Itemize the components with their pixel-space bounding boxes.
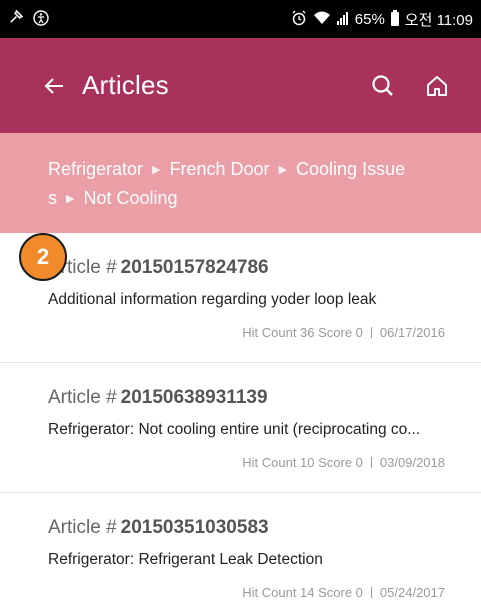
breadcrumb-item-french-door[interactable]: French Door: [170, 159, 270, 179]
list-item[interactable]: Article #20150351030583 Refrigerator: Re…: [0, 493, 481, 606]
list-item[interactable]: Article #20150157824786 Additional infor…: [0, 233, 481, 363]
wifi-icon: [313, 10, 331, 28]
battery-icon: [390, 10, 399, 26]
breadcrumb-item-cooling-issues-cont[interactable]: s: [48, 188, 57, 208]
hit-count: Hit Count 10 Score 0: [242, 455, 363, 470]
article-meta: Hit Count 36 Score 0 06/17/2016: [48, 325, 445, 340]
article-list: Article #20150157824786 Additional infor…: [0, 233, 481, 606]
article-meta: Hit Count 10 Score 0 03/09/2018: [48, 455, 445, 470]
signal-icon: [336, 11, 349, 28]
breadcrumb-item-cooling-issues[interactable]: Cooling Issue: [296, 159, 405, 179]
article-number: 20150157824786: [120, 257, 269, 278]
article-description: Refrigerator: Refrigerant Leak Detection: [48, 551, 323, 568]
breadcrumb-item-not-cooling[interactable]: Not Cooling: [83, 188, 177, 208]
hit-count: Hit Count 14 Score 0: [242, 585, 363, 600]
article-meta: Hit Count 14 Score 0 05/24/2017: [48, 585, 445, 600]
breadcrumb-separator-icon: ▶: [278, 164, 288, 176]
meta-divider: [370, 327, 372, 338]
search-icon[interactable]: [369, 72, 397, 100]
article-prefix: Article #: [48, 387, 117, 408]
article-number: 20150351030583: [120, 517, 269, 538]
app-bar: Articles: [0, 38, 481, 133]
breadcrumb-item-refrigerator[interactable]: Refrigerator: [48, 159, 143, 179]
article-number: 20150638931139: [120, 387, 268, 408]
hit-count: Hit Count 36 Score 0: [242, 325, 363, 340]
breadcrumb: Refrigerator ▶ French Door ▶ Cooling Issue s ▶…: [0, 133, 481, 233]
article-date: 03/09/2018: [379, 455, 445, 470]
article-heading: Article #20150638931139: [48, 387, 445, 413]
battery-percent: 65%: [354, 10, 385, 28]
step-marker-badge: 2: [19, 233, 67, 281]
status-bar: 65% 오전 11:09: [0, 0, 481, 38]
breadcrumb-separator-icon: ▶: [152, 164, 161, 176]
article-date: 06/17/2016: [379, 325, 445, 340]
article-description: Refrigerator: Not cooling entire unit (r…: [48, 421, 421, 438]
article-heading: Article #20150157824786: [48, 257, 445, 283]
article-heading: Article #20150351030583: [48, 517, 445, 543]
article-date: 05/24/2017: [379, 585, 445, 600]
pin-icon: [8, 9, 24, 28]
arrow-left-icon[interactable]: [44, 73, 64, 99]
clock: 오전 11:09: [404, 11, 473, 29]
article-description: Additional information regarding yoder l…: [48, 291, 377, 308]
alarm-icon: [291, 10, 307, 29]
list-item[interactable]: Article #20150638931139 Refrigerator: No…: [0, 363, 481, 493]
breadcrumb-separator-icon: ▶: [66, 193, 75, 205]
page-title: Articles: [82, 70, 169, 100]
accessibility-icon: [33, 9, 49, 29]
home-icon[interactable]: [423, 72, 451, 100]
meta-divider: [370, 587, 372, 598]
meta-divider: [370, 457, 372, 468]
article-prefix: Article #: [48, 517, 117, 538]
